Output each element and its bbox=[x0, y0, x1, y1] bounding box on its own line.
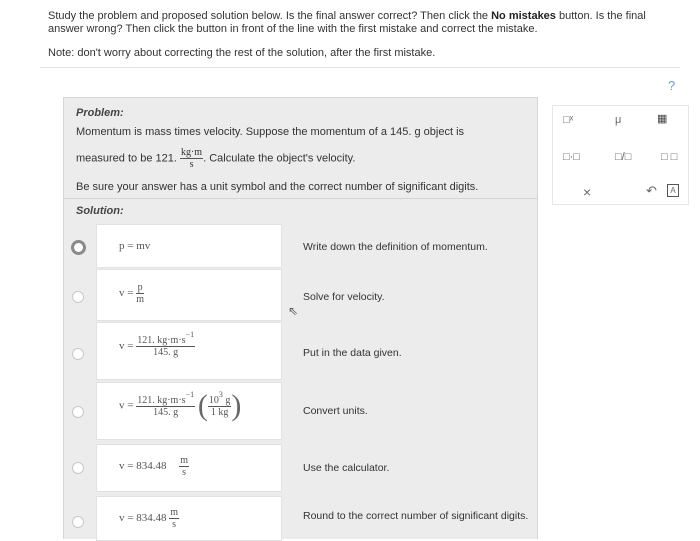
step-2-equals: = bbox=[127, 287, 134, 300]
step-4-v: v bbox=[119, 399, 125, 412]
superscript-tool[interactable]: □ˣ bbox=[563, 114, 573, 126]
step-4-equals: = bbox=[127, 399, 134, 412]
instructions-part1: Study the problem and proposed solution … bbox=[48, 10, 492, 22]
step-2-radio[interactable] bbox=[72, 291, 84, 303]
conversion-g: g bbox=[225, 394, 231, 406]
right-paren: ) bbox=[231, 389, 242, 422]
step-1-equation-box[interactable]: p = mv bbox=[96, 224, 282, 268]
step-1-comment: Write down the definition of momentum. bbox=[303, 241, 488, 253]
step-3-v: v bbox=[119, 340, 125, 353]
math-tool-panel: □ˣ μ ▦ □·□ □/□ □ □ × ↶ A bbox=[552, 105, 689, 205]
step-2-comment: Solve for velocity. bbox=[303, 291, 385, 303]
step-5-equals: = bbox=[127, 460, 134, 473]
step-2-fraction: p m bbox=[136, 282, 144, 305]
fraction-tool[interactable]: □/□ bbox=[615, 151, 631, 163]
problem-line-3: Be sure your answer has a unit symbol an… bbox=[76, 181, 479, 193]
step-4-denominator: 145. g bbox=[153, 406, 179, 418]
step-4-equation: v = 121. kg·m·s−1 145. g ( 103 g 1 kg ) bbox=[119, 389, 242, 422]
problem-box: Problem: Momentum is mass times velocity… bbox=[63, 97, 538, 224]
note-text: Note: don't worry about correcting the r… bbox=[48, 47, 436, 59]
help-icon[interactable]: ? bbox=[668, 78, 675, 93]
step-5-comment: Use the calculator. bbox=[303, 462, 390, 474]
step-3-fraction: 121. kg·m·s−1 145. g bbox=[136, 330, 196, 358]
step-6-value: 834.48 bbox=[136, 512, 167, 525]
problem-line-2: measured to be 121. kg·m s . Calculate t… bbox=[76, 147, 355, 170]
no-mistakes-reference: No mistakes bbox=[491, 10, 556, 22]
divider bbox=[40, 67, 680, 68]
step-5-equation-box[interactable]: v = 834.48 m s bbox=[96, 444, 282, 492]
step-2-equation: v = p m bbox=[119, 282, 144, 305]
unit-denominator: s bbox=[189, 159, 194, 170]
step-1-equation: p = mv bbox=[119, 240, 151, 252]
mouse-cursor-icon: ⇖ bbox=[288, 304, 299, 318]
undo-icon[interactable]: ↶ bbox=[646, 183, 657, 199]
step-3-exponent: −1 bbox=[185, 330, 195, 339]
step-3-equation-box[interactable]: v = 121. kg·m·s−1 145. g bbox=[96, 322, 282, 380]
step-4-exponent: −1 bbox=[185, 389, 195, 399]
step-5-v: v bbox=[119, 460, 125, 473]
step-3-numerator: 121. kg·m·s−1 bbox=[136, 330, 196, 347]
text-tool-icon[interactable]: A bbox=[667, 184, 679, 197]
conversion-denominator: 1 kg bbox=[210, 406, 229, 418]
step-6-radio[interactable] bbox=[72, 516, 84, 528]
step-6-equals: = bbox=[127, 512, 134, 525]
step-5-unit-m: m bbox=[179, 455, 189, 467]
mu-tool[interactable]: μ bbox=[615, 114, 621, 126]
step-5-unit-s: s bbox=[182, 467, 187, 478]
step-6-comment: Round to the correct number of significa… bbox=[303, 510, 529, 522]
problem-title: Problem: bbox=[76, 107, 124, 119]
clear-icon[interactable]: × bbox=[583, 184, 591, 200]
step-6-equation: v = 834.48 m s bbox=[119, 507, 179, 530]
step-4-num-text: 121. kg·m·s bbox=[137, 394, 186, 406]
momentum-unit-fraction: kg·m s bbox=[179, 147, 204, 170]
step-1-radio[interactable] bbox=[71, 240, 86, 255]
step-3-num-text: 121. kg·m·s bbox=[137, 335, 186, 346]
step-3-equation: v = 121. kg·m·s−1 145. g bbox=[119, 330, 196, 358]
step-4-fraction: 121. kg·m·s−1 145. g bbox=[136, 390, 196, 418]
multiply-tool[interactable]: □·□ bbox=[563, 151, 580, 163]
step-5-unit: m s bbox=[179, 455, 189, 478]
problem-separator bbox=[64, 198, 537, 199]
step-2-equation-box[interactable]: v = p m bbox=[96, 269, 282, 321]
step-4-equation-box[interactable]: v = 121. kg·m·s−1 145. g ( 103 g 1 kg ) bbox=[96, 382, 282, 440]
ten-exponent: 3 bbox=[218, 389, 223, 399]
step-6-equation-box[interactable]: v = 834.48 m s bbox=[96, 496, 282, 541]
units-tool[interactable]: □ □ bbox=[661, 151, 677, 163]
step-2-denominator: m bbox=[136, 294, 144, 305]
conversion-numerator: 103 g bbox=[207, 390, 232, 407]
step-5-equation: v = 834.48 m s bbox=[119, 455, 189, 478]
conversion-fraction: 103 g 1 kg bbox=[207, 390, 232, 418]
step-6-unit-m: m bbox=[169, 507, 179, 519]
keyboard-icon[interactable]: ▦ bbox=[657, 112, 667, 125]
solution-title: Solution: bbox=[76, 205, 124, 217]
solution-area: p = mv Write down the definition of mome… bbox=[63, 222, 538, 541]
problem-line-2-suffix: . Calculate the object's velocity. bbox=[203, 152, 356, 165]
step-4-numerator: 121. kg·m·s−1 bbox=[136, 390, 196, 407]
left-paren: ( bbox=[197, 389, 208, 422]
step-6-unit-s: s bbox=[172, 519, 177, 530]
problem-momentum-value: measured to be 121. bbox=[76, 152, 177, 165]
step-3-comment: Put in the data given. bbox=[303, 347, 402, 359]
step-3-equals: = bbox=[127, 340, 134, 353]
step-6-v: v bbox=[119, 512, 125, 525]
instructions-text: Study the problem and proposed solution … bbox=[48, 10, 678, 36]
step-2-numerator: p bbox=[136, 282, 144, 294]
step-5-value: 834.48 bbox=[136, 460, 167, 473]
step-5-radio[interactable] bbox=[72, 462, 84, 474]
problem-line-1: Momentum is mass times velocity. Suppose… bbox=[76, 126, 465, 138]
step-4-radio[interactable] bbox=[72, 406, 84, 418]
step-2-v: v bbox=[119, 287, 125, 300]
step-3-denominator: 145. g bbox=[153, 347, 179, 358]
step-3-radio[interactable] bbox=[72, 348, 84, 360]
ten-base: 10 bbox=[208, 394, 219, 406]
unit-numerator: kg·m bbox=[179, 147, 204, 159]
step-6-unit: m s bbox=[169, 507, 179, 530]
step-4-comment: Convert units. bbox=[303, 405, 368, 417]
